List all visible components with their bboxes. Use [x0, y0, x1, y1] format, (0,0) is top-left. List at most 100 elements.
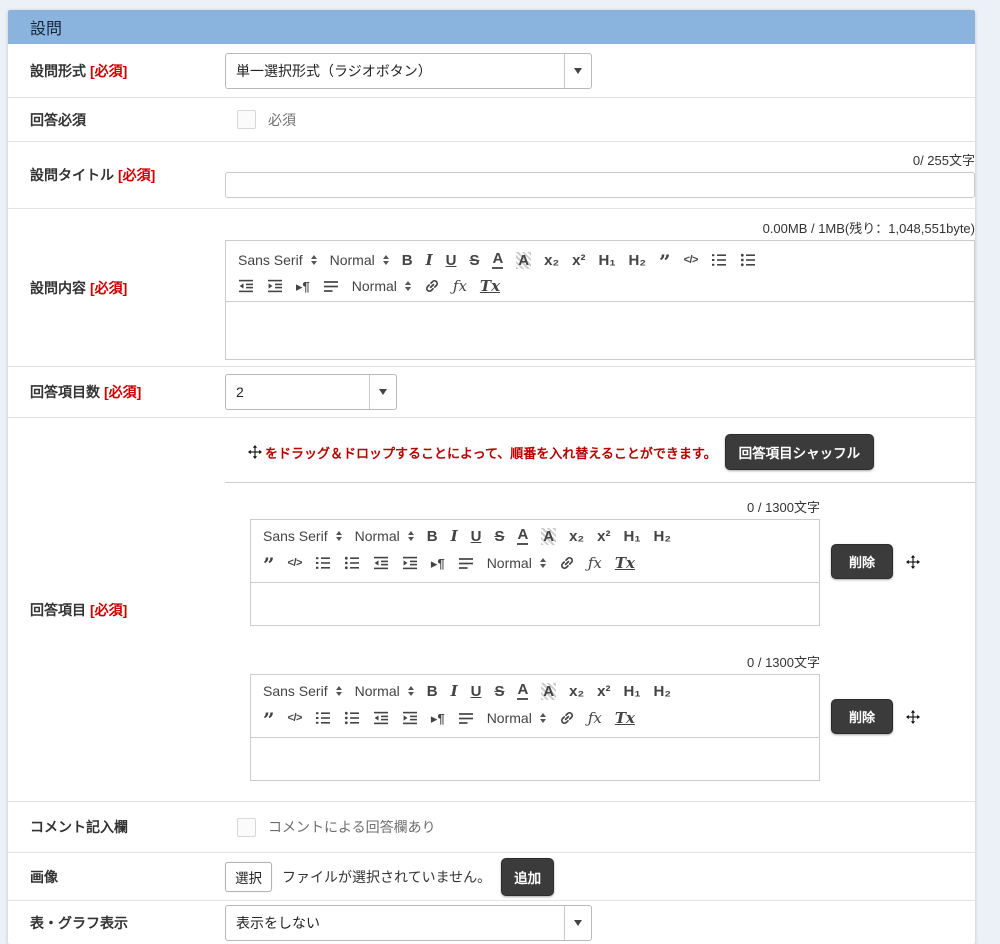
outdent-icon[interactable]: [373, 555, 389, 571]
font-family-value: Sans Serif: [263, 683, 328, 699]
blockquote-icon[interactable]: ”: [263, 710, 275, 730]
header-1-icon[interactable]: H₁: [624, 529, 641, 544]
strikethrough-icon[interactable]: S: [494, 529, 504, 544]
subscript-icon[interactable]: x₂: [544, 253, 559, 268]
font-family-select[interactable]: Sans Serif: [238, 252, 317, 268]
bullet-list-icon[interactable]: [344, 555, 360, 571]
strikethrough-icon[interactable]: S: [494, 684, 504, 699]
text-color-icon[interactable]: A: [492, 251, 503, 269]
code-block-icon[interactable]: </>: [288, 558, 302, 569]
clear-formatting-icon[interactable]: Tx: [480, 279, 500, 294]
indent-icon[interactable]: [402, 710, 418, 726]
link-icon[interactable]: [559, 555, 575, 571]
comment-field-checkbox-label: コメントによる回答欄あり: [268, 817, 436, 837]
paragraph-style-select[interactable]: Normal: [330, 252, 389, 268]
toolbar-row: Sans Serif Normal B I U S A A x₂ x² H₁ H…: [263, 527, 807, 545]
highlight-color-icon[interactable]: A: [541, 683, 556, 700]
text-direction-icon[interactable]: ▸¶: [431, 557, 445, 570]
blockquote-icon[interactable]: ”: [659, 252, 671, 272]
bullet-list-icon[interactable]: [740, 252, 756, 268]
formula-icon[interactable]: ƒx: [453, 279, 467, 294]
align-icon[interactable]: [323, 278, 339, 294]
highlight-color-icon[interactable]: A: [516, 252, 531, 269]
paragraph-style-value: Normal: [330, 252, 375, 268]
indent-icon[interactable]: [267, 278, 283, 294]
font-size-select[interactable]: Normal: [487, 555, 546, 571]
editor-content[interactable]: [251, 738, 819, 780]
strikethrough-icon[interactable]: S: [469, 253, 479, 268]
panel-header: 設問: [8, 10, 975, 44]
delete-answer-item-button[interactable]: 削除: [831, 699, 893, 734]
italic-icon[interactable]: I: [426, 253, 433, 268]
bold-icon[interactable]: B: [402, 253, 413, 268]
shuffle-answer-items-button[interactable]: 回答項目シャッフル: [725, 434, 875, 470]
updown-arrows-icon: [383, 255, 389, 265]
underline-icon[interactable]: U: [471, 684, 482, 699]
bold-icon[interactable]: B: [427, 684, 438, 699]
delete-answer-item-button[interactable]: 削除: [831, 544, 893, 579]
text-color-icon[interactable]: A: [517, 682, 528, 700]
underline-icon[interactable]: U: [446, 253, 457, 268]
paragraph-style-select[interactable]: Normal: [355, 683, 414, 699]
file-select-button[interactable]: 選択: [225, 862, 272, 892]
font-family-select[interactable]: Sans Serif: [263, 683, 342, 699]
drag-handle-icon[interactable]: [906, 710, 920, 724]
question-title-input[interactable]: [225, 172, 975, 198]
answer-item-editor: Sans Serif Normal B I U S A A x₂ x² H₁ H…: [250, 674, 820, 781]
font-size-select[interactable]: Normal: [487, 710, 546, 726]
paragraph-style-select[interactable]: Normal: [355, 528, 414, 544]
blockquote-icon[interactable]: ”: [263, 555, 275, 575]
code-block-icon[interactable]: </>: [288, 713, 302, 724]
outdent-icon[interactable]: [373, 710, 389, 726]
header-1-icon[interactable]: H₁: [624, 684, 641, 699]
answer-required-checkbox[interactable]: [237, 110, 256, 129]
link-icon[interactable]: [559, 710, 575, 726]
font-family-select[interactable]: Sans Serif: [263, 528, 342, 544]
drag-handle-icon[interactable]: [906, 555, 920, 569]
ordered-list-icon[interactable]: [315, 710, 331, 726]
superscript-icon[interactable]: x²: [572, 253, 585, 268]
header-2-icon[interactable]: H₂: [654, 529, 672, 544]
underline-icon[interactable]: U: [471, 529, 482, 544]
text-direction-icon[interactable]: ▸¶: [431, 712, 445, 725]
question-format-select[interactable]: 単一選択形式（ラジオボタン）: [225, 53, 592, 89]
dropdown-caret: [564, 54, 591, 88]
title-char-counter: 0/ 255文字: [225, 150, 975, 169]
superscript-icon[interactable]: x²: [597, 684, 610, 699]
italic-icon[interactable]: I: [451, 529, 458, 544]
answer-items-label: 回答項目[必須]: [8, 600, 225, 620]
ordered-list-icon[interactable]: [315, 555, 331, 571]
add-image-button[interactable]: 追加: [501, 858, 554, 896]
subscript-icon[interactable]: x₂: [569, 529, 584, 544]
comment-field-label: コメント記入欄: [8, 817, 225, 837]
align-icon[interactable]: [458, 555, 474, 571]
highlight-color-icon[interactable]: A: [541, 528, 556, 545]
superscript-icon[interactable]: x²: [597, 529, 610, 544]
formula-icon[interactable]: ƒx: [588, 711, 602, 726]
editor-content[interactable]: [251, 583, 819, 625]
question-content-editor: Sans Serif Normal B I U S A A x₂ x² H₁ H…: [225, 240, 975, 360]
editor-content[interactable]: [226, 302, 974, 359]
indent-icon[interactable]: [402, 555, 418, 571]
outdent-icon[interactable]: [238, 278, 254, 294]
text-direction-icon[interactable]: ▸¶: [296, 280, 310, 293]
header-1-icon[interactable]: H₁: [599, 253, 616, 268]
formula-icon[interactable]: ƒx: [588, 556, 602, 571]
answer-item-count-select[interactable]: 2: [225, 374, 397, 410]
clear-formatting-icon[interactable]: Tx: [615, 711, 635, 726]
code-block-icon[interactable]: </>: [684, 255, 698, 266]
italic-icon[interactable]: I: [451, 684, 458, 699]
font-size-select[interactable]: Normal: [352, 278, 411, 294]
bullet-list-icon[interactable]: [344, 710, 360, 726]
clear-formatting-icon[interactable]: Tx: [615, 556, 635, 571]
subscript-icon[interactable]: x₂: [569, 684, 584, 699]
align-icon[interactable]: [458, 710, 474, 726]
ordered-list-icon[interactable]: [711, 252, 727, 268]
header-2-icon[interactable]: H₂: [629, 253, 647, 268]
comment-field-checkbox[interactable]: [237, 818, 256, 837]
bold-icon[interactable]: B: [427, 529, 438, 544]
rich-text-toolbar: Sans Serif Normal B I U S A A x₂ x² H₁ H…: [226, 241, 974, 302]
header-2-icon[interactable]: H₂: [654, 684, 672, 699]
text-color-icon[interactable]: A: [517, 527, 528, 545]
link-icon[interactable]: [424, 278, 440, 294]
